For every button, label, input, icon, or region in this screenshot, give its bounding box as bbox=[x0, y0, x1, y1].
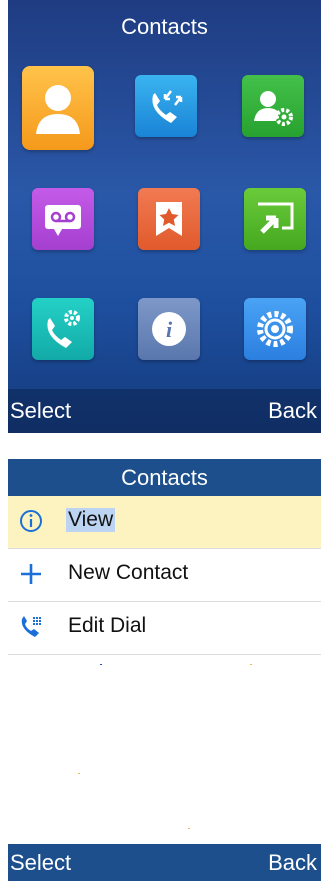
call-log-icon bbox=[152, 90, 183, 123]
contacts-menu-screen: Contacts View New Contact Edit Dial Sele… bbox=[8, 459, 321, 881]
plus-icon bbox=[21, 564, 41, 584]
settings-tile[interactable] bbox=[244, 298, 306, 360]
select-softkey[interactable]: Select bbox=[10, 398, 71, 424]
back-softkey[interactable]: Back bbox=[268, 398, 317, 424]
softkey-bar: Select Back bbox=[8, 389, 321, 433]
directory-settings-tile[interactable] bbox=[242, 75, 304, 137]
select-softkey[interactable]: Select bbox=[10, 850, 71, 876]
voicemail-tile[interactable] bbox=[32, 188, 94, 250]
menu-item-view[interactable]: View bbox=[8, 496, 321, 549]
artifact-dot bbox=[78, 773, 80, 774]
info-icon: i bbox=[152, 312, 186, 346]
artifact-dot bbox=[250, 664, 252, 665]
directory-settings-icon bbox=[254, 91, 293, 126]
menu-item-new-contact[interactable]: New Contact bbox=[8, 549, 321, 602]
svg-text:i: i bbox=[166, 317, 173, 342]
voicemail-icon bbox=[45, 205, 81, 236]
menu-item-label: New Contact bbox=[68, 561, 189, 584]
screen-title: Contacts bbox=[8, 459, 321, 496]
artifact-dot bbox=[188, 828, 190, 829]
call-settings-tile[interactable] bbox=[32, 298, 94, 360]
menu-item-label: Edit Dial bbox=[68, 614, 147, 637]
call-forward-icon bbox=[258, 202, 294, 234]
info-circle-icon bbox=[20, 510, 42, 532]
menu-item-edit-dial[interactable]: Edit Dial bbox=[8, 602, 321, 655]
call-settings-icon bbox=[47, 310, 80, 348]
settings-icon bbox=[257, 311, 293, 347]
contacts-icon bbox=[36, 85, 80, 134]
favorites-icon bbox=[156, 202, 182, 236]
main-menu-screen: Contacts i Select Back bbox=[8, 0, 321, 433]
screen-title: Contacts bbox=[121, 14, 208, 39]
call-log-tile[interactable] bbox=[135, 75, 197, 137]
favorites-tile[interactable] bbox=[138, 188, 200, 250]
phone-keypad-icon bbox=[21, 616, 41, 637]
menu-item-label: View bbox=[66, 508, 116, 532]
contacts-tile[interactable] bbox=[22, 66, 94, 150]
softkey-bar: Select Back bbox=[8, 844, 321, 881]
artifact-dot bbox=[100, 664, 102, 665]
info-tile[interactable]: i bbox=[138, 298, 200, 360]
call-forward-tile[interactable] bbox=[244, 188, 306, 250]
back-softkey[interactable]: Back bbox=[268, 850, 317, 876]
